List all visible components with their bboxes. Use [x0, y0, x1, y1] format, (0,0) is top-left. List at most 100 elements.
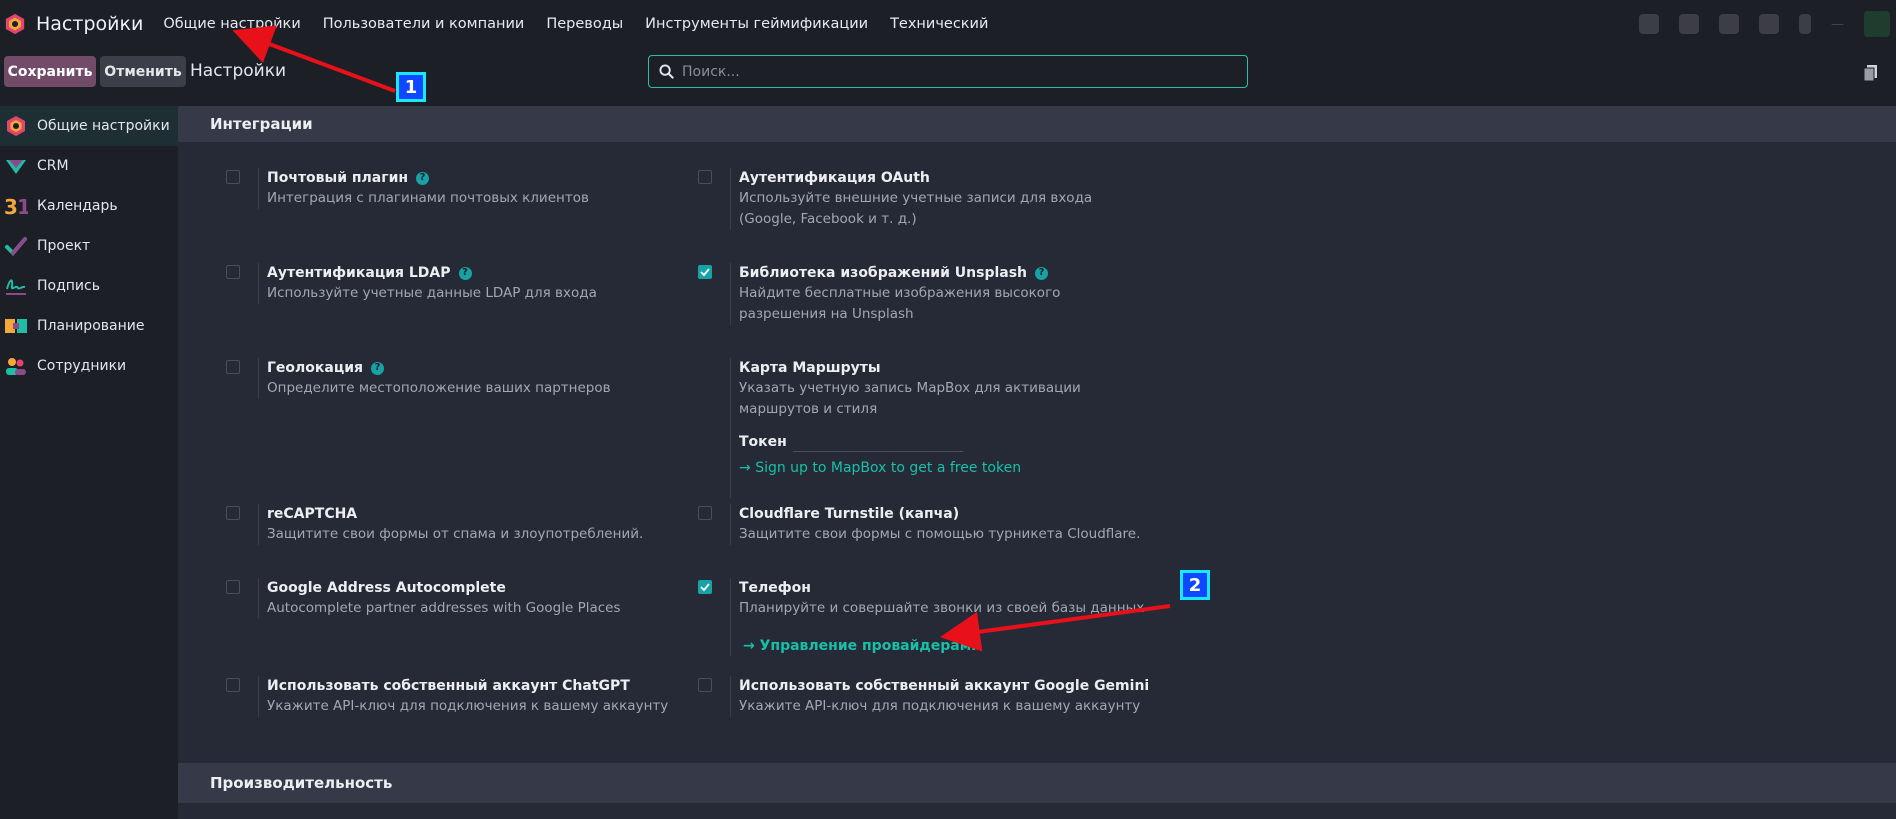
ldap-checkbox[interactable] [226, 265, 240, 279]
token-input[interactable] [792, 440, 963, 452]
gemini-checkbox[interactable] [698, 678, 712, 692]
setting-description: Определите местоположение ваших партнеро… [267, 380, 611, 396]
sidebar-item-label: Сотрудники [37, 358, 127, 374]
google-address-checkbox[interactable] [226, 580, 240, 594]
menu-gamification-tools[interactable]: Инструменты геймификации [645, 16, 868, 32]
sidebar-item-label: Подпись [37, 278, 100, 294]
svg-text:1: 1 [17, 195, 28, 218]
help-icon[interactable]: ? [458, 266, 472, 280]
app-title: Настройки [36, 13, 144, 35]
cancel-button[interactable]: Отменить [100, 56, 186, 87]
menu-technical[interactable]: Технический [890, 16, 988, 32]
setting-description: Используйте внешние учетные записи для в… [739, 190, 1093, 227]
documentation-icon[interactable] [1863, 64, 1879, 82]
phone-checkbox[interactable] [698, 580, 712, 594]
chatgpt-checkbox[interactable] [226, 678, 240, 692]
annotation-marker-1: 1 [396, 72, 426, 102]
search-input[interactable] [682, 63, 1222, 80]
manage-providers-link[interactable]: → Управление провайдерами [739, 636, 1150, 656]
token-label: Токен [739, 434, 787, 450]
setting-title: Библиотека изображений Unsplash [739, 265, 1028, 281]
annotation-marker-2: 2 [1180, 570, 1210, 600]
oauth-checkbox[interactable] [698, 170, 712, 184]
setting-description: Интеграция с плагинами почтовых клиентов [267, 190, 589, 206]
setting-description: Защитите свои формы от спама и злоупотре… [267, 526, 644, 542]
sidebar-item-label: Проект [37, 238, 91, 254]
section-title-performance: Производительность [178, 763, 1896, 803]
recaptcha-checkbox[interactable] [226, 506, 240, 520]
setting-title: Аутентификация OAuth [739, 170, 930, 186]
search-box[interactable] [648, 55, 1248, 88]
check-icon [700, 268, 710, 277]
sidebar-item-label: Календарь [37, 198, 118, 214]
menu-general-settings[interactable]: Общие настройки [163, 16, 300, 32]
debug-icon[interactable] [1679, 14, 1699, 34]
sidebar-item-general-settings[interactable]: Общие настройки [0, 106, 178, 146]
menu-users-companies[interactable]: Пользователи и компании [323, 16, 525, 32]
link-label: Управление провайдерами [759, 638, 981, 654]
geolocation-checkbox[interactable] [226, 360, 240, 374]
systray: — [1639, 0, 1896, 48]
setting-description: Укажите API-ключ для подключения к вашем… [739, 698, 1141, 714]
activity-icon[interactable] [1759, 14, 1779, 34]
setting-description: Используйте учетные данные LDAP для вход… [267, 285, 597, 301]
diamond-icon[interactable] [1639, 14, 1659, 34]
sidebar-item-project[interactable]: Проект [0, 226, 178, 266]
sidebar-item-sign[interactable]: Подпись [0, 266, 178, 306]
help-icon[interactable]: ? [371, 361, 385, 375]
setting-description: Планируйте и совершайте звонки из своей … [739, 600, 1145, 616]
sign-app-icon [6, 279, 26, 295]
help-icon[interactable]: ? [1035, 266, 1049, 280]
unsplash-checkbox[interactable] [698, 265, 712, 279]
sidebar-item-planning[interactable]: Планирование [0, 306, 178, 346]
mail-plugin-checkbox[interactable] [226, 170, 240, 184]
sidebar-item-label: Планирование [37, 318, 145, 334]
sidebar-item-label: CRM [37, 158, 69, 174]
chat-icon[interactable] [1719, 14, 1739, 34]
setting-description: Указать учетную запись MapBox для актива… [739, 380, 1081, 417]
employees-app-icon [6, 358, 26, 375]
setting-title: Использовать собственный аккаунт Google … [739, 678, 1150, 694]
setting-title: Карта Маршруты [739, 360, 881, 376]
brand[interactable]: Настройки [0, 0, 163, 48]
menu-translations[interactable]: Переводы [546, 16, 623, 32]
setting-title: reCAPTCHA [267, 506, 358, 522]
setting-title: Аутентификация LDAP [267, 265, 451, 281]
company-switcher[interactable]: — [1831, 17, 1844, 32]
help-icon[interactable]: ? [416, 171, 430, 185]
search-icon [659, 64, 674, 79]
setting-title: Использовать собственный аккаунт ChatGPT [267, 678, 630, 694]
settings-main: Интеграции Почтовый плагин? Интеграция с… [178, 106, 1896, 819]
user-avatar[interactable] [1864, 11, 1890, 37]
close-icon[interactable] [1799, 14, 1811, 34]
project-app-icon [5, 237, 27, 256]
setting-description: Autocomplete partner addresses with Goog… [267, 600, 621, 616]
settings-app-icon [7, 116, 25, 136]
sidebar-item-crm[interactable]: CRM [0, 146, 178, 186]
settings-sidebar: Общие настройки CRM 3 1 Календарь Проект… [0, 106, 178, 819]
check-icon [700, 583, 710, 592]
settings-logo-icon [5, 13, 25, 35]
setting-title: Геолокация [267, 360, 364, 376]
setting-description: Укажите API-ключ для подключения к вашем… [267, 698, 669, 714]
section-title-integrations: Интеграции [178, 106, 1896, 142]
top-navbar: Настройки Общие настройки Пользователи и… [0, 0, 1896, 48]
setting-title: Cloudflare Turnstile (капча) [739, 506, 960, 522]
setting-title: Google Address Autocomplete [267, 580, 506, 596]
main-menu: Общие настройки Пользователи и компании … [163, 0, 1010, 48]
breadcrumb: Настройки [190, 61, 287, 81]
svg-text:3: 3 [4, 195, 18, 218]
planning-app-icon [5, 319, 27, 333]
setting-title: Почтовый плагин [267, 170, 409, 186]
save-button[interactable]: Сохранить [4, 56, 96, 87]
control-panel: Сохранить Отменить Настройки [0, 48, 1896, 104]
sidebar-item-employees[interactable]: Сотрудники [0, 346, 178, 386]
crm-app-icon [6, 160, 26, 174]
cloudflare-checkbox[interactable] [698, 506, 712, 520]
setting-description: Защитите свои формы с помощью турникета … [739, 526, 1141, 542]
sidebar-item-calendar[interactable]: 3 1 Календарь [0, 186, 178, 226]
link-label: Sign up to MapBox to get a free token [755, 460, 1022, 476]
setting-description: Найдите бесплатные изображения высокого … [739, 285, 1061, 322]
mapbox-signup-link[interactable]: → Sign up to MapBox to get a free token [739, 458, 1150, 478]
sidebar-item-label: Общие настройки [37, 118, 170, 134]
